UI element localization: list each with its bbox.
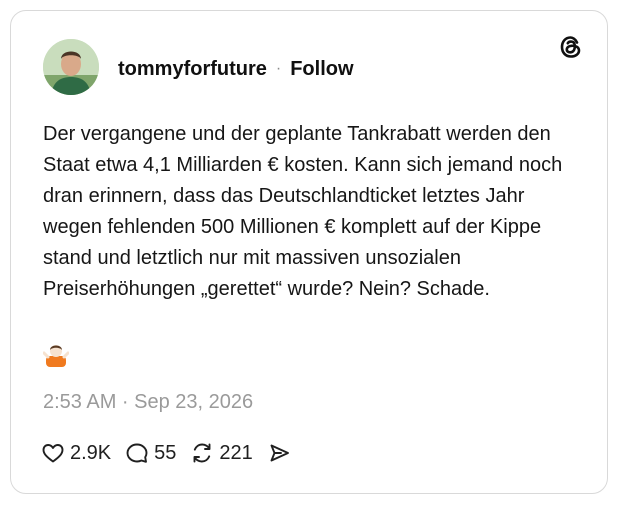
follow-button[interactable]: Follow <box>290 58 353 81</box>
threads-logo-icon[interactable] <box>557 33 585 61</box>
username[interactable]: tommyforfuture <box>118 58 267 81</box>
post-text: Der vergangene und der geplante Tankraba… <box>43 123 563 300</box>
action-bar: 2.9K 55 221 <box>41 439 310 467</box>
person-shrugging-emoji <box>43 345 69 367</box>
share-icon <box>270 444 289 462</box>
avatar-image <box>43 39 99 95</box>
repost-icon <box>193 443 211 463</box>
header-separator: · <box>275 60 282 77</box>
post-header: tommyforfuture · Follow <box>118 57 354 81</box>
avatar[interactable] <box>43 39 99 95</box>
reply-count: 55 <box>154 441 177 464</box>
post-card: tommyforfuture · Follow Der vergangene u… <box>10 10 608 494</box>
like-count: 2.9K <box>70 441 112 464</box>
repost-count: 221 <box>219 441 253 464</box>
share-button[interactable] <box>267 441 296 465</box>
like-button[interactable]: 2.9K <box>41 441 111 465</box>
post-timestamp[interactable]: 2:53 AM · Sep 23, 2026 <box>43 391 253 414</box>
repost-button[interactable]: 221 <box>190 441 253 465</box>
comment-icon <box>126 443 148 463</box>
reply-button[interactable]: 55 <box>125 441 176 465</box>
heart-icon <box>42 444 64 463</box>
